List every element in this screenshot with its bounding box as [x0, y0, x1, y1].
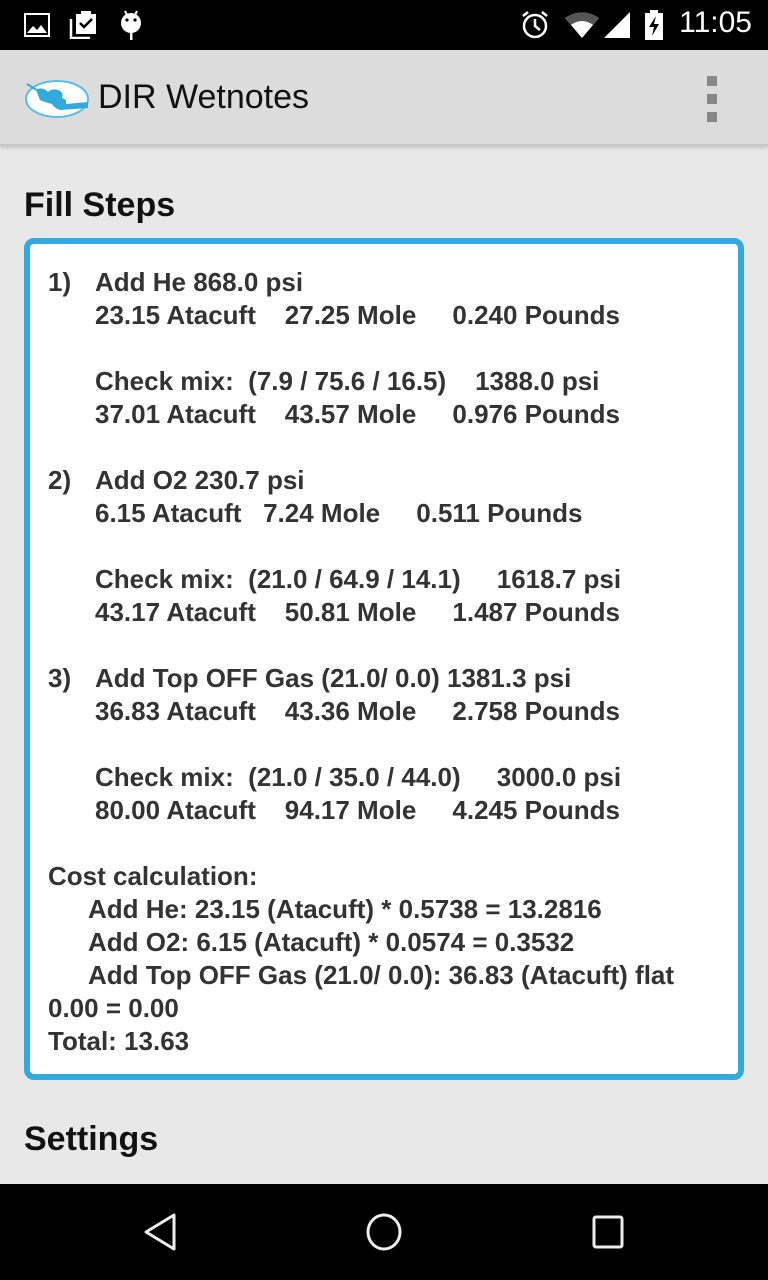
step-add-line: Add Top OFF Gas (21.0/ 0.0) 1381.3 psi	[95, 663, 572, 693]
cell-signal-icon	[602, 10, 632, 40]
back-icon[interactable]	[140, 1212, 180, 1252]
step-number: 3)	[48, 663, 72, 693]
step-check-line: Check mix: (21.0 / 64.9 / 14.1) 1618.7 p…	[95, 564, 622, 594]
step-add-line: Add O2 230.7 psi	[95, 465, 305, 495]
fill-step: 1) Add He 868.0 psi 23.15 Atacuft 27.25 …	[48, 266, 720, 431]
step-add-line: Add He 868.0 psi	[95, 267, 304, 297]
cost-line-he: Add He: 23.15 (Atacuft) * 0.5738 = 13.28…	[88, 894, 602, 924]
overflow-menu-icon[interactable]	[700, 76, 724, 122]
android-debug-icon	[116, 10, 146, 40]
step-add-stats: 6.15 Atacuft 7.24 Mole 0.511 Pounds	[95, 498, 583, 528]
recents-icon[interactable]	[588, 1212, 628, 1252]
step-check-stats: 37.01 Atacuft 43.57 Mole 0.976 Pounds	[95, 399, 621, 429]
step-number: 2)	[48, 465, 72, 495]
status-time: 11:05	[679, 6, 752, 39]
clipboard-check-icon	[68, 10, 98, 40]
home-icon[interactable]	[364, 1212, 404, 1252]
step-number: 1)	[48, 267, 72, 297]
cost-heading: Cost calculation:	[48, 861, 258, 891]
alarm-icon	[520, 10, 550, 40]
step-check-stats: 43.17 Atacuft 50.81 Mole 1.487 Pounds	[95, 597, 621, 627]
cost-line-topoff-continuation: 0.00 = 0.00	[48, 993, 179, 1023]
app-bar: DIR Wetnotes	[0, 50, 768, 146]
cost-total: Total: 13.63	[48, 1026, 190, 1056]
fill-step: 2) Add O2 230.7 psi 6.15 Atacuft 7.24 Mo…	[48, 464, 720, 629]
step-check-stats: 80.00 Atacuft 94.17 Mole 4.245 Pounds	[95, 795, 621, 825]
fill-steps-card: 1) Add He 868.0 psi 23.15 Atacuft 27.25 …	[24, 238, 744, 1080]
step-check-line: Check mix: (7.9 / 75.6 / 16.5) 1388.0 ps…	[95, 366, 600, 396]
battery-charging-icon	[642, 10, 666, 40]
settings-heading: Settings	[24, 1120, 159, 1158]
image-icon	[22, 10, 52, 40]
diver-logo-icon	[24, 78, 90, 120]
cost-line-o2: Add O2: 6.15 (Atacuft) * 0.0574 = 0.3532	[88, 927, 575, 957]
navigation-bar	[0, 1184, 768, 1280]
fill-steps-heading: Fill Steps	[24, 186, 176, 224]
wifi-icon	[564, 10, 600, 40]
fill-step: 3) Add Top OFF Gas (21.0/ 0.0) 1381.3 ps…	[48, 662, 720, 827]
step-add-stats: 36.83 Atacuft 43.36 Mole 2.758 Pounds	[95, 696, 621, 726]
cost-calculation: Cost calculation: Add He: 23.15 (Atacuft…	[48, 860, 720, 1058]
content-scroll[interactable]: Fill Steps 1) Add He 868.0 psi 23.15 Ata…	[0, 148, 768, 1184]
step-check-line: Check mix: (21.0 / 35.0 / 44.0) 3000.0 p…	[95, 762, 622, 792]
step-add-stats: 23.15 Atacuft 27.25 Mole 0.240 Pounds	[95, 300, 621, 330]
status-bar: 11:05	[0, 0, 768, 50]
cost-line-topoff: Add Top OFF Gas (21.0/ 0.0): 36.83 (Atac…	[88, 960, 675, 990]
app-title: DIR Wetnotes	[98, 78, 310, 116]
